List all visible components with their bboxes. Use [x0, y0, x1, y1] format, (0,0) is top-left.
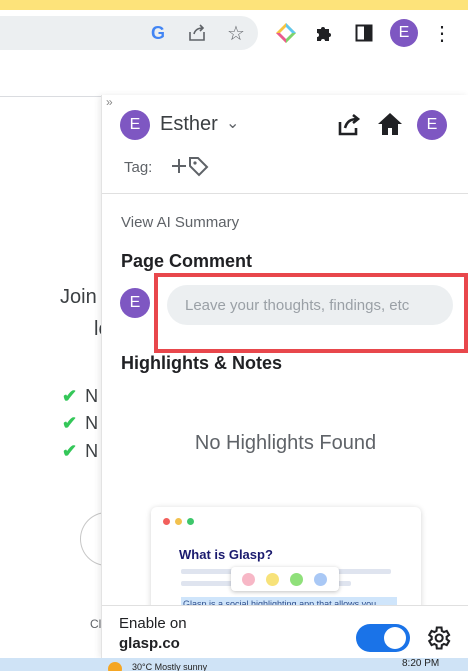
star-icon[interactable]: ☆ — [225, 22, 247, 45]
gear-icon[interactable] — [424, 624, 452, 652]
user-avatar[interactable]: E — [120, 110, 150, 140]
taskbar-clock[interactable]: 8:20 PM — [402, 658, 439, 669]
background-footer-text: Cl — [90, 617, 102, 631]
header-avatar[interactable]: E — [417, 110, 447, 140]
export-icon[interactable] — [336, 112, 362, 138]
window-dot-green — [187, 518, 194, 525]
highlights-notes-title: Highlights & Notes — [121, 353, 282, 373]
toggle-knob — [384, 627, 406, 649]
weather-text[interactable]: 30°C Mostly sunny — [132, 662, 207, 671]
window-dot-yellow — [175, 518, 182, 525]
side-panel-icon[interactable] — [353, 22, 375, 44]
comment-avatar: E — [120, 288, 150, 318]
color-pink — [242, 573, 255, 586]
background-check-item: ✔ N — [62, 441, 99, 461]
color-blue — [314, 573, 327, 586]
checkmark-icon: ✔ — [62, 413, 78, 433]
extension-diamond-icon[interactable] — [275, 22, 297, 44]
puzzle-icon[interactable] — [313, 22, 335, 44]
checkmark-icon: ✔ — [62, 441, 78, 461]
collapse-panel-icon[interactable]: » — [106, 95, 113, 109]
panel-footer: Enable on glasp.co — [102, 605, 468, 658]
google-icon[interactable]: G — [147, 22, 169, 44]
home-icon[interactable] — [376, 110, 404, 138]
annotation-highlight-frame — [154, 273, 468, 353]
promo-card: What is Glasp? Glasp is a social highlig… — [151, 507, 421, 617]
user-name[interactable]: Esther — [160, 113, 218, 136]
browser-toolbar: G ☆ E ⋮ — [0, 10, 468, 58]
profile-avatar[interactable]: E — [390, 19, 418, 47]
checkmark-icon: ✔ — [62, 386, 78, 406]
share-icon[interactable] — [186, 22, 208, 44]
add-tag-icon[interactable] — [168, 154, 210, 178]
page-comment-title: Page Comment — [121, 251, 253, 271]
enable-on-label: Enable on glasp.co — [119, 615, 187, 652]
color-yellow — [266, 573, 279, 586]
os-taskbar: 30°C Mostly sunny 8:20 PM — [0, 658, 468, 671]
header-divider — [102, 193, 468, 194]
color-green — [290, 573, 303, 586]
highlight-color-palette — [231, 567, 339, 591]
address-bar[interactable] — [0, 16, 258, 50]
background-check-item: ✔ N — [62, 386, 99, 406]
weather-sun-icon[interactable] — [108, 662, 122, 671]
glasp-sidebar: » E Esther ⌄ E Tag: View AI Summary Page… — [101, 95, 468, 658]
chevron-down-icon[interactable]: ⌄ — [226, 113, 239, 133]
view-ai-summary-link[interactable]: View AI Summary — [121, 214, 239, 231]
top-accent-bar — [0, 0, 468, 10]
menu-kebab-icon[interactable]: ⋮ — [431, 22, 453, 45]
background-check-item: ✔ N — [62, 413, 99, 433]
enable-toggle[interactable] — [356, 624, 410, 652]
empty-state-message: No Highlights Found — [194, 432, 377, 454]
window-dot-red — [163, 518, 170, 525]
tag-label: Tag: — [124, 159, 153, 176]
background-heading: Join — [60, 286, 97, 308]
promo-card-title: What is Glasp? — [179, 547, 273, 562]
